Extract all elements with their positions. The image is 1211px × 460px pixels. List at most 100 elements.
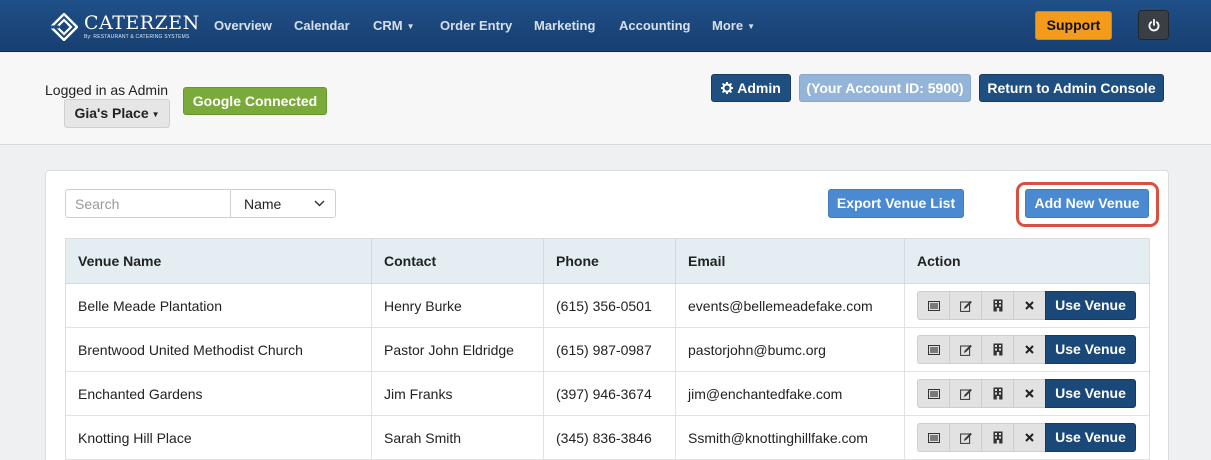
email-cell: Ssmith@knottinghillfake.com: [675, 415, 905, 460]
column-header-email[interactable]: Email: [675, 238, 905, 284]
nav-overview[interactable]: Overview: [214, 18, 272, 33]
gear-icon: [721, 82, 734, 94]
row-actions: Use Venue: [917, 379, 1137, 408]
export-venue-list-button[interactable]: Export Venue List: [828, 189, 964, 218]
venue-name-cell: Belle Meade Plantation: [65, 283, 372, 328]
action-cell: Use Venue: [904, 327, 1150, 372]
delete-icon: [1025, 345, 1034, 354]
power-button[interactable]: [1138, 10, 1169, 40]
contact-cell: Jim Franks: [371, 371, 544, 416]
column-header-contact[interactable]: Contact: [371, 238, 544, 284]
phone-cell: (615) 987-0987: [543, 327, 676, 372]
list-button[interactable]: [917, 423, 949, 452]
phone-cell: (615) 356-0501: [543, 283, 676, 328]
list-icon: [927, 432, 940, 443]
table-row: Belle Meade Plantation Henry Burke (615) 3…: [65, 283, 1150, 328]
list-button[interactable]: [917, 379, 949, 408]
building-button[interactable]: [981, 379, 1013, 408]
edit-button[interactable]: [949, 291, 981, 320]
action-cell: Use Venue: [904, 283, 1150, 328]
chevron-down-icon: ▼: [747, 22, 755, 32]
phone-cell: (397) 946-3674: [543, 371, 676, 416]
delete-icon: [1025, 389, 1034, 398]
account-header: Logged in as Admin Gia's Place ▼ Google C…: [0, 53, 1211, 145]
edit-button[interactable]: [949, 423, 981, 452]
use-venue-button[interactable]: Use Venue: [1045, 291, 1136, 320]
power-icon: [1148, 18, 1159, 31]
contact-cell: Henry Burke: [371, 283, 544, 328]
building-icon: [993, 387, 1003, 400]
add-new-venue-button[interactable]: Add New Venue: [1025, 189, 1149, 218]
edit-icon: [959, 344, 972, 356]
caterzen-logo[interactable]: CATERZEN By: RESTAURANT & CATERING SYSTE…: [50, 11, 200, 43]
logged-in-label: Logged in as Admin: [45, 82, 168, 98]
contact-cell: Sarah Smith: [371, 415, 544, 460]
column-header-phone[interactable]: Phone: [543, 238, 676, 284]
delete-button[interactable]: [1013, 291, 1045, 320]
list-icon: [927, 344, 940, 355]
action-cell: Use Venue: [904, 371, 1150, 416]
email-cell: events@bellemeadefake.com: [675, 283, 905, 328]
edit-icon: [959, 432, 972, 444]
return-admin-console-button[interactable]: Return to Admin Console: [979, 74, 1164, 102]
row-actions: Use Venue: [917, 291, 1137, 320]
building-icon: [993, 431, 1003, 444]
account-id-badge: (Your Account ID: 5900): [799, 74, 971, 102]
admin-button[interactable]: Admin: [711, 74, 791, 102]
nav-more[interactable]: More ▼: [712, 18, 755, 33]
google-connected-button[interactable]: Google Connected: [183, 87, 327, 115]
table-row: Brentwood United Methodist Church Pastor …: [65, 327, 1150, 372]
top-navbar: CATERZEN By: RESTAURANT & CATERING SYSTE…: [0, 0, 1211, 52]
edit-icon: [959, 300, 972, 312]
list-icon: [927, 300, 940, 311]
delete-icon: [1025, 301, 1034, 310]
edit-button[interactable]: [949, 335, 981, 364]
nav-order-entry[interactable]: Order Entry: [440, 18, 512, 33]
search-group: Name: [65, 189, 336, 218]
chevron-down-icon: [314, 200, 325, 207]
building-button[interactable]: [981, 291, 1013, 320]
use-venue-button[interactable]: Use Venue: [1045, 335, 1136, 364]
search-input[interactable]: [66, 190, 231, 217]
brand-name: CATERZEN: [84, 12, 200, 34]
contact-cell: Pastor John Eldridge: [371, 327, 544, 372]
place-dropdown[interactable]: Gia's Place ▼: [64, 99, 170, 128]
nav-crm[interactable]: CRM ▼: [373, 18, 415, 33]
building-icon: [993, 299, 1003, 312]
venue-name-cell: Knotting Hill Place: [65, 415, 372, 460]
table-row: Knotting Hill Place Sarah Smith (345) 836-…: [65, 415, 1150, 460]
phone-cell: (345) 836-3846: [543, 415, 676, 460]
use-venue-button[interactable]: Use Venue: [1045, 423, 1136, 452]
column-header-action: Action: [904, 238, 1150, 284]
delete-button[interactable]: [1013, 379, 1045, 408]
nav-marketing[interactable]: Marketing: [534, 18, 595, 33]
building-button[interactable]: [981, 423, 1013, 452]
use-venue-button[interactable]: Use Venue: [1045, 379, 1136, 408]
action-cell: Use Venue: [904, 415, 1150, 460]
delete-icon: [1025, 433, 1034, 442]
email-cell: pastorjohn@bumc.org: [675, 327, 905, 372]
building-button[interactable]: [981, 335, 1013, 364]
support-button[interactable]: Support: [1035, 11, 1112, 40]
building-icon: [993, 343, 1003, 356]
nav-accounting[interactable]: Accounting: [619, 18, 691, 33]
list-button[interactable]: [917, 291, 949, 320]
table-header-row: Venue Name Contact Phone Email Action: [65, 238, 1150, 284]
edit-button[interactable]: [949, 379, 981, 408]
row-actions: Use Venue: [917, 423, 1137, 452]
row-actions: Use Venue: [917, 335, 1137, 364]
list-button[interactable]: [917, 335, 949, 364]
venue-table: Venue Name Contact Phone Email Action Be…: [65, 238, 1150, 460]
venue-name-cell: Brentwood United Methodist Church: [65, 327, 372, 372]
chevron-down-icon: ▼: [406, 22, 415, 32]
table-row: Enchanted Gardens Jim Franks (397) 946-367…: [65, 371, 1150, 416]
brand-tagline: By: RESTAURANT & CATERING SYSTEMS: [84, 34, 190, 40]
column-header-venue[interactable]: Venue Name: [65, 238, 372, 284]
venue-name-cell: Enchanted Gardens: [65, 371, 372, 416]
delete-button[interactable]: [1013, 423, 1045, 452]
nav-calendar[interactable]: Calendar: [294, 18, 350, 33]
search-by-select[interactable]: Name: [231, 190, 335, 217]
list-icon: [927, 388, 940, 399]
delete-button[interactable]: [1013, 335, 1045, 364]
chevron-down-icon: ▼: [151, 109, 160, 119]
